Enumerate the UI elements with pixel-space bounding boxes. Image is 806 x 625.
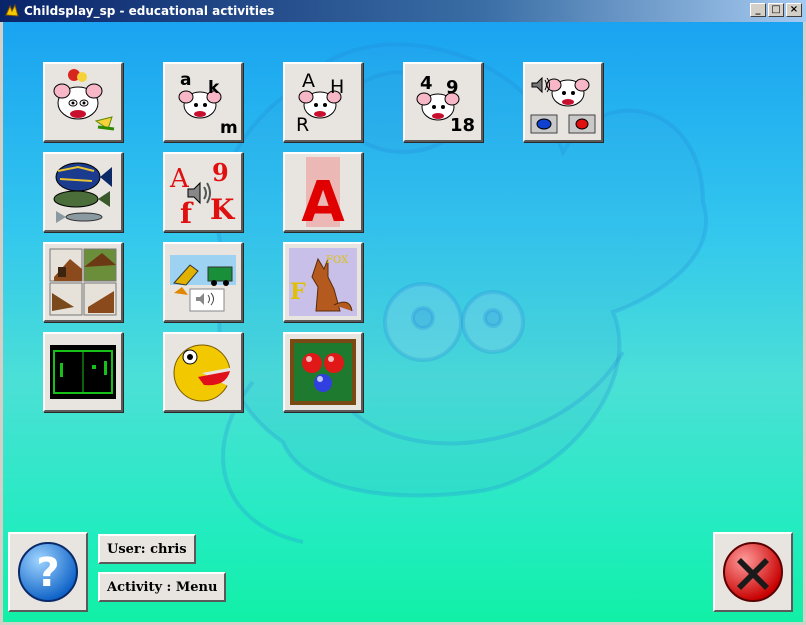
help-button[interactable]: ? bbox=[8, 532, 88, 612]
letters-akm-icon: a k m bbox=[178, 70, 238, 137]
svg-text:?: ? bbox=[36, 550, 59, 596]
svg-text:m: m bbox=[220, 118, 238, 137]
window-controls: _ □ × bbox=[750, 3, 802, 17]
window-title: Childsplay_sp - educational activities bbox=[24, 4, 275, 18]
puzzle-house-icon bbox=[49, 248, 117, 316]
user-label: User: chris bbox=[98, 534, 196, 564]
activity-numbers[interactable]: 4 9 18 bbox=[403, 62, 483, 142]
activity-big-letter[interactable]: A bbox=[283, 152, 363, 232]
letters-AHR-icon: A H R bbox=[296, 70, 344, 136]
maximize-button[interactable]: □ bbox=[768, 3, 784, 17]
svg-text:F: F bbox=[290, 279, 306, 305]
activity-billiard[interactable] bbox=[283, 332, 363, 412]
quit-button[interactable] bbox=[713, 532, 793, 612]
activity-pong[interactable] bbox=[43, 332, 123, 412]
activity-pacman[interactable] bbox=[163, 332, 243, 412]
app-icon bbox=[5, 3, 19, 17]
numbers-4-9-18-icon: 4 9 18 bbox=[416, 73, 475, 136]
billiard-balls-icon bbox=[290, 339, 356, 405]
sound-pictures-icon bbox=[170, 255, 236, 312]
svg-text:R: R bbox=[296, 114, 309, 136]
big-letter-A-icon: A bbox=[301, 157, 345, 227]
brain-mouse-fruit-icon bbox=[53, 69, 115, 131]
svg-text:A: A bbox=[169, 164, 190, 194]
red-x-icon bbox=[723, 542, 783, 602]
svg-text:f: f bbox=[180, 197, 194, 227]
activity-puzzle[interactable] bbox=[43, 242, 123, 322]
minimize-button[interactable]: _ bbox=[750, 3, 766, 17]
activity-memory-fruit[interactable] bbox=[43, 62, 123, 142]
activity-fox-word[interactable]: FOX F bbox=[283, 242, 363, 322]
activity-sound-pictures[interactable] bbox=[163, 242, 243, 322]
svg-text:k: k bbox=[208, 78, 220, 98]
svg-text:H: H bbox=[330, 76, 344, 98]
pong-icon bbox=[50, 345, 116, 399]
close-button[interactable]: × bbox=[786, 3, 802, 17]
activity-letters-uppercase[interactable]: A H R bbox=[283, 62, 363, 142]
fox-word-icon: FOX F bbox=[289, 248, 357, 316]
pacman-icon bbox=[173, 344, 234, 402]
svg-text:a: a bbox=[180, 70, 191, 90]
svg-text:4: 4 bbox=[420, 73, 433, 94]
svg-text:9: 9 bbox=[212, 158, 229, 187]
brain-mouse-sound-icon bbox=[530, 76, 596, 134]
svg-text:9: 9 bbox=[446, 77, 459, 98]
svg-text:FOX: FOX bbox=[326, 255, 349, 266]
title-bar: Childsplay_sp - educational activities _… bbox=[0, 0, 806, 22]
activity-sound-memory[interactable] bbox=[523, 62, 603, 142]
activity-letters-lowercase[interactable]: a k m bbox=[163, 62, 243, 142]
svg-text:A: A bbox=[301, 170, 345, 227]
sound-letters-icon: A 9 f K bbox=[169, 158, 236, 227]
activity-label: Activity : Menu bbox=[98, 572, 227, 602]
activity-fish[interactable] bbox=[43, 152, 123, 232]
question-mark-icon: ? bbox=[18, 542, 78, 602]
menu-area: a k m A H R 4 9 18 A 9 f K A FOX F ? Use… bbox=[3, 22, 803, 622]
svg-text:18: 18 bbox=[450, 115, 475, 136]
activity-sound-letters[interactable]: A 9 f K bbox=[163, 152, 243, 232]
svg-text:K: K bbox=[210, 193, 236, 226]
fish-icon bbox=[53, 162, 112, 223]
svg-text:A: A bbox=[302, 70, 315, 92]
